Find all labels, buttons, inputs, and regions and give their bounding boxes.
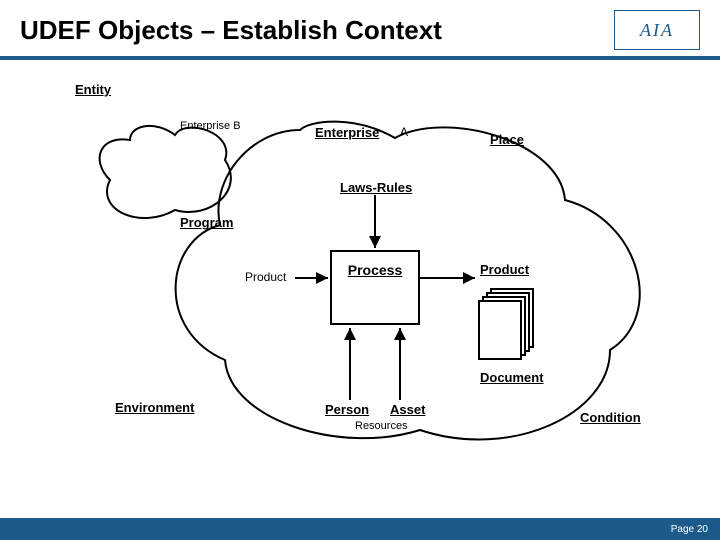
title-bar: UDEF Objects – Establish Context AIA [0,0,720,60]
entity-label: Entity [75,82,111,97]
asset-label: Asset [390,402,425,417]
footer-bar: Page 20 [0,518,720,540]
condition-label: Condition [580,410,641,425]
process-box: Process [330,250,420,325]
a-label: A [400,125,408,139]
enterprise-label: Enterprise [315,125,379,140]
document-label: Document [480,370,544,385]
program-label: Program [180,215,233,230]
environment-label: Environment [115,400,194,415]
product-left-label: Product [245,270,286,284]
person-label: Person [325,402,369,417]
logo: AIA [614,10,700,50]
product-right-label: Product [480,262,529,277]
slide: UDEF Objects – Establish Context AIA [0,0,720,540]
place-label: Place [490,132,524,147]
laws-rules-label: Laws-Rules [340,180,412,195]
resources-label: Resources [355,420,408,432]
document-icon [478,300,522,360]
page-number: Page 20 [671,524,708,535]
logo-text: AIA [640,20,674,41]
enterprise-b-label: Enterprise B [180,120,241,132]
diagram-canvas: Entity Enterprise B Enterprise A Place L… [0,60,720,500]
slide-title: UDEF Objects – Establish Context [20,15,442,46]
process-label: Process [348,262,402,278]
